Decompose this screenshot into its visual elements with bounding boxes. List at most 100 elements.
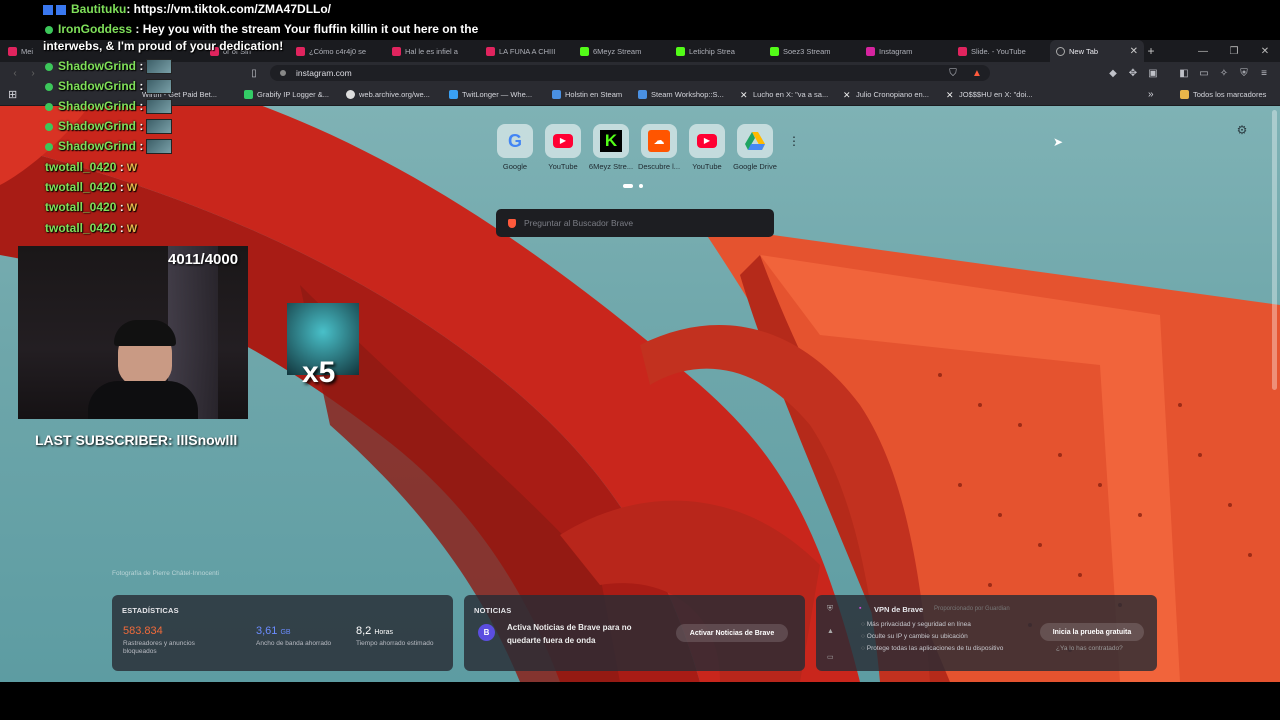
all-bookmarks-folder[interactable]: Todos los marcadores [1180,84,1266,104]
chat-emote [146,119,173,135]
tile-youtube-2[interactable]: ▶ YouTube [681,124,733,171]
scrollbar-thumb[interactable] [1272,110,1277,390]
stat-bandwidth-unit: GB [280,629,291,636]
tile-6meyz[interactable]: K 6Meyz Stre... [585,124,637,171]
stats-card: ESTADÍSTICAS 583.834 Rastreadores y anun… [112,595,453,671]
kick-icon [580,46,589,56]
tab-soez3[interactable]: Soez3 Stream [770,40,850,62]
tab-new-tab[interactable]: New Tab ✕ [1050,40,1144,62]
bookmark-page-icon[interactable]: ▯ [247,66,261,80]
tile-google-drive[interactable]: Google Drive [729,124,781,171]
chat-message: ShadowGrind : [45,119,173,135]
already-subscribed-link[interactable]: ¿Ya lo has contratado? [1056,645,1123,652]
kick-icon [770,46,779,56]
photo-credit[interactable]: Fotografía de Pierre Châtel-Innocenti [112,570,219,577]
tab-instagram[interactable]: Instagram [866,40,946,62]
tile-google[interactable]: G Google [489,124,541,171]
youtube-icon: ▶ [689,124,725,158]
minimize-icon[interactable]: — [1188,40,1218,62]
vpn-icon[interactable]: ⛨ [1237,66,1251,80]
tab-hal[interactable]: Hal le es infiel a [392,40,472,62]
forward-icon[interactable]: › [26,66,40,80]
chat-message: ShadowGrind : [45,79,173,95]
tab-mei[interactable]: Mei [8,40,48,62]
leo-icon[interactable]: ✧ [1217,66,1231,80]
chat-emote-w: W [126,201,138,214]
maximize-icon[interactable]: ❐ [1219,40,1249,62]
start-trial-button[interactable]: Inicia la prueba gratuita [1040,623,1144,641]
bookmark-joshu[interactable]: ✕ JO$$$HU en X: "doi... [946,84,1033,104]
activate-news-button[interactable]: Activar Noticias de Brave [676,624,788,642]
tab-letichip[interactable]: Letichip Strea [676,40,756,62]
loading-icon [1056,46,1065,56]
brave-rewards-icon[interactable]: ▲ [970,66,984,80]
chat-emote [146,139,173,155]
extensions-icon[interactable]: ✥ [1126,66,1140,80]
vpn-features: ○ Más privacidad y seguridad en línea ○ … [861,619,1003,655]
chat-message-top: Bautituku: https://vm.tiktok.com/ZMA47DL… [43,2,331,16]
tile-youtube[interactable]: ▶ YouTube [537,124,589,171]
wallet-icon[interactable]: ▭ [1197,66,1211,80]
pager-dot[interactable] [639,184,643,188]
stat-trackers-value: 583.834 [123,625,163,637]
youtube-icon: ▶ [545,124,581,158]
settings-gear-icon[interactable]: ⚙ [1234,122,1250,138]
leo-ai-icon[interactable]: ◆ [1106,66,1120,80]
stats-title: ESTADÍSTICAS [122,606,179,615]
apps-grid-icon[interactable]: ⊞ [8,84,17,104]
chat-emote-w: W [126,161,138,174]
site-info-icon[interactable] [280,70,286,76]
bookmark-steam-workshop[interactable]: Steam Workshop::S... [638,84,724,104]
bookmark-julio[interactable]: ✕ Julio Cronopiano en... [843,84,929,104]
chat-message-highlight: IronGoddess : Hey you with the stream Yo… [45,22,478,36]
vpn-sponsor: Proporcionado por Guardian [934,606,1010,612]
brave-shields-icon[interactable]: ⛉ [946,66,960,80]
chat-badge-icon [45,62,53,71]
vpn-shield-icon: ⛨ [827,604,833,613]
stat-bandwidth-value: 3,61 [256,625,278,637]
tiles-more-icon[interactable]: ⋮ [788,134,800,148]
tab-como[interactable]: ¿Cómo c4r4j0 se [296,40,376,62]
vpn-title: VPN de Brave [874,605,924,614]
chat-emote [146,59,173,75]
chat-badge-icon [45,142,53,151]
stat-time-value: 8,2 [356,625,372,637]
tab-slide-youtube[interactable]: Slide. - YouTube [958,40,1048,62]
bookmark-twitlonger[interactable]: TwitLonger — Whe... [449,84,532,104]
stat-time-label: Tiempo ahorrado estimado [356,640,434,647]
tab-la-funa[interactable]: LA FUNA A CHIII [486,40,566,62]
search-box[interactable]: Preguntar al Buscador Brave [496,209,774,237]
chat-text: : https://vm.tiktok.com/ZMA47DLLo/ [126,2,332,16]
close-tab-icon[interactable]: ✕ [1124,46,1144,57]
webcam-feed [18,246,248,419]
brave-logo-icon [508,218,516,228]
steam-icon [552,89,561,99]
chat-message: ShadowGrind : [45,139,173,155]
stat-bandwidth: 3,61 GB Ancho de banda ahorrado [256,625,336,648]
pager-dot-active[interactable] [623,184,633,188]
chat-message-highlight-cont: interwebs, & I'm proud of your dedicatio… [43,39,284,53]
stat-trackers-label: Rastreadores y anuncios bloqueados [123,640,195,655]
bookmark-grabify[interactable]: Grabify IP Logger &... [244,84,329,104]
back-icon[interactable]: ‹ [8,66,22,80]
address-bar[interactable]: instagram.com [270,65,990,81]
chat-badge-icon [45,102,53,111]
new-tab-plus-icon[interactable]: + [1143,40,1159,62]
steam-icon [638,89,647,99]
media-icon[interactable]: ▣ [1146,66,1160,80]
google-icon: G [497,124,533,158]
sidebar-icon[interactable]: ◧ [1177,66,1191,80]
webcam-shoulders [88,381,198,419]
soundcloud-icon: ☁ [641,124,677,158]
bookmark-webarchive[interactable]: web.archive.org/we... [346,84,430,104]
bookmark-lucho[interactable]: ✕ Lucho en X: "va a sa... [740,84,828,104]
more-bookmarks-icon[interactable]: » [1148,84,1154,104]
bookmark-holstin[interactable]: Holstin en Steam [552,84,622,104]
alert-multiplier: x5 [302,356,336,389]
tile-soundcloud[interactable]: ☁ Descubre l... [633,124,685,171]
close-window-icon[interactable]: ✕ [1250,40,1280,62]
menu-icon[interactable]: ≡ [1257,66,1271,80]
vpn-feature: ○ Más privacidad y seguridad en línea [861,621,971,628]
tab-6meyz[interactable]: 6Meyz Stream [580,40,660,62]
x-icon: ✕ [843,89,851,100]
